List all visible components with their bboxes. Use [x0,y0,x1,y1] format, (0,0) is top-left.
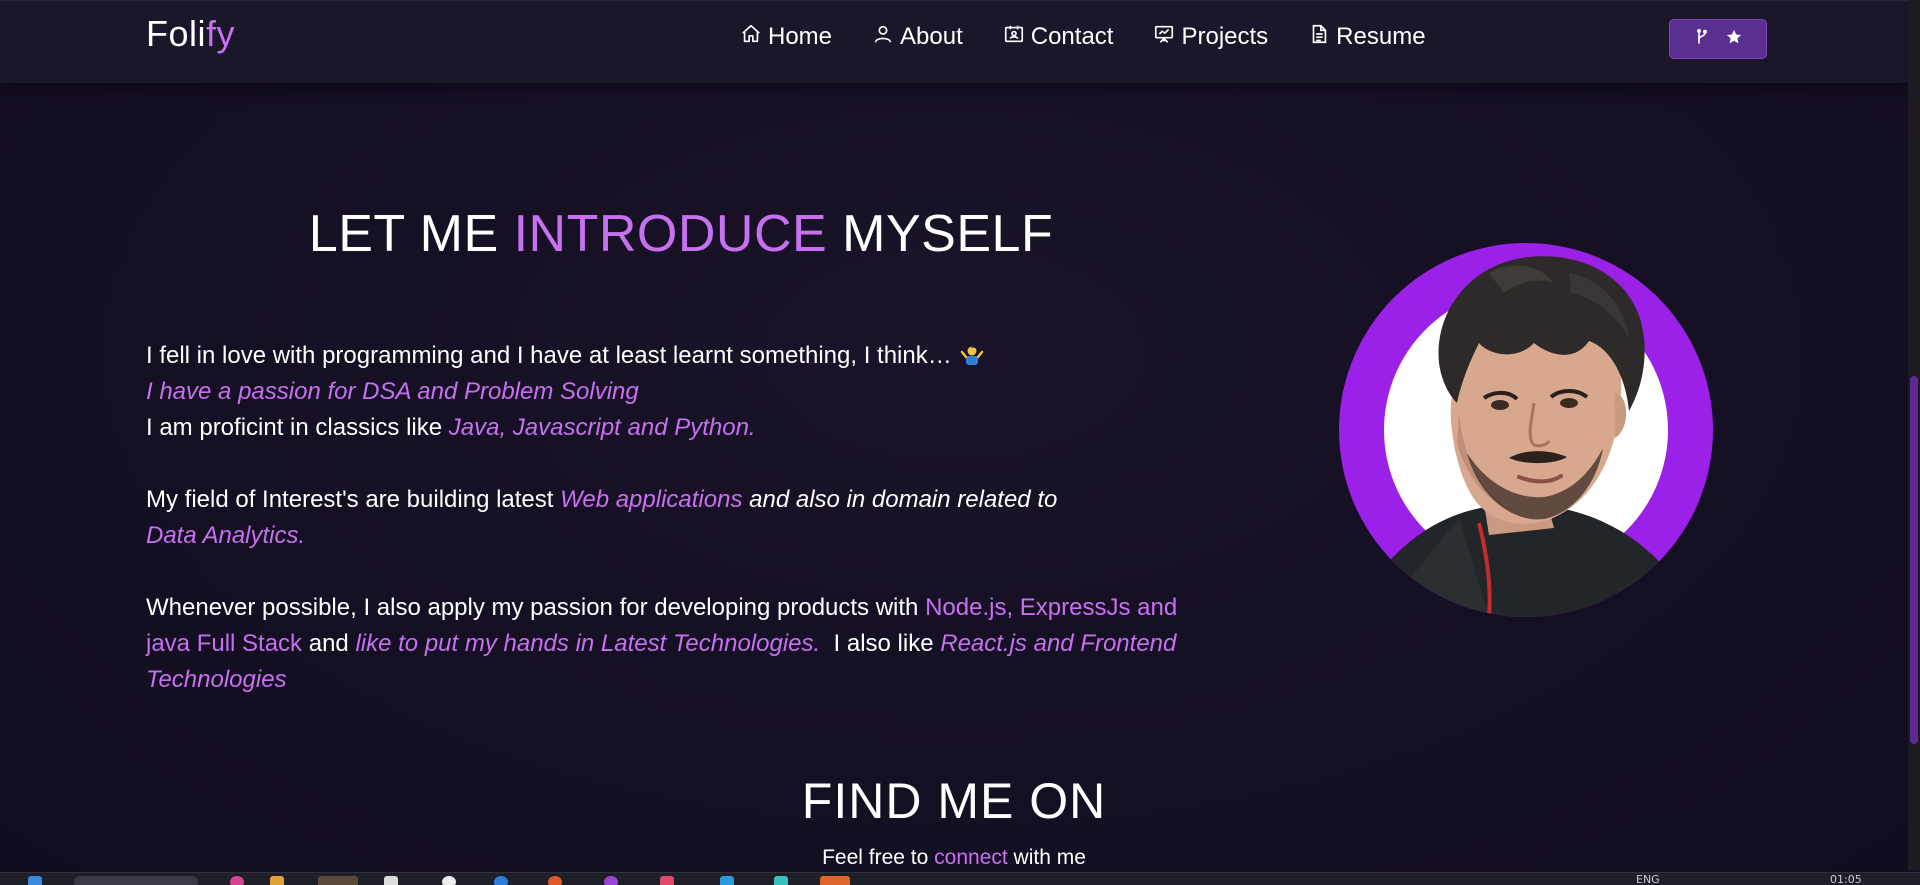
avatar-portrait [1339,256,1713,617]
find-sub-before: Feel free to [822,846,935,869]
intro-p2-italic: and also in domain related to [742,486,1058,513]
intro-title-part1: LET ME [308,205,514,263]
brand-main: Foli [146,13,207,54]
find-me-title: FIND ME ON [801,773,1107,829]
star-icon [1725,28,1743,51]
nav-item-label: Home [768,23,833,50]
github-fork-star-button[interactable] [1669,19,1767,59]
shrugging-person-emoji [960,342,984,366]
intro-p3-italic-accent: like to put my hands in Latest Technolog… [355,630,821,657]
intro-p3-also: I also like [820,630,941,657]
intro-p2-text: My field of Interest's are building late… [146,486,561,513]
intro-body: I fell in love with programming and I ha… [146,338,1196,734]
presentation-icon [1153,23,1175,52]
nav-item-label: About [900,23,963,50]
nav-item-home[interactable]: Home [740,19,832,55]
user-icon [872,23,894,52]
intro-title: LET ME INTRODUCE MYSELF [146,204,1216,264]
intro-line-1: I fell in love with programming and I ha… [146,342,952,369]
connect-link[interactable]: connect [934,846,1008,869]
intro-title-accent: INTRODUCE [513,205,828,263]
nav-item-label: Projects [1181,23,1269,50]
scrollbar-thumb[interactable] [1910,376,1918,744]
page: Folify Home About Contact Projects Resum… [0,0,1908,884]
document-icon [1308,23,1330,52]
nav-item-about[interactable]: About [872,19,963,55]
intro-p2-accent2: Data Analytics. [146,522,306,549]
intro-line-3-accent: Java, Javascript and Python. [448,414,756,441]
intro-paragraph-1: I fell in love with programming and I ha… [146,338,1196,446]
git-fork-icon [1693,28,1711,51]
nav-links: Home About Contact Projects Resume [740,19,1466,55]
intro-line-3: I am proficint in classics like [146,414,449,441]
find-me-subtitle: Feel free to connect with me [0,846,1908,870]
home-icon [740,23,762,52]
intro-line-2: I have a passion for DSA and Problem Sol… [146,378,639,405]
avatar [1339,243,1713,617]
contact-card-icon [1003,23,1025,52]
intro-paragraph-2: My field of Interest's are building late… [146,482,1196,554]
intro-p2-accent: Web applications [560,486,743,513]
language-indicator[interactable]: ENG [1636,874,1660,885]
clock[interactable]: 01:05 [1830,874,1862,885]
intro-title-part2: MYSELF [827,205,1054,263]
intro-p3-and: and [302,630,356,657]
nav-item-label: Resume [1336,23,1426,50]
find-sub-after: with me [1007,846,1086,869]
nav-item-projects[interactable]: Projects [1153,19,1268,55]
intro-p3-text: Whenever possible, I also apply my passi… [146,594,926,621]
brand-accent: fy [206,13,236,54]
nav-item-resume[interactable]: Resume [1308,19,1426,55]
os-taskbar: ENG 01:05 [0,872,1920,885]
nav-item-contact[interactable]: Contact [1003,19,1114,55]
intro-paragraph-3: Whenever possible, I also apply my passi… [146,590,1196,698]
brand-logo[interactable]: Folify [146,13,235,55]
nav-item-label: Contact [1030,23,1114,50]
navbar: Folify Home About Contact Projects Resum… [0,0,1908,83]
